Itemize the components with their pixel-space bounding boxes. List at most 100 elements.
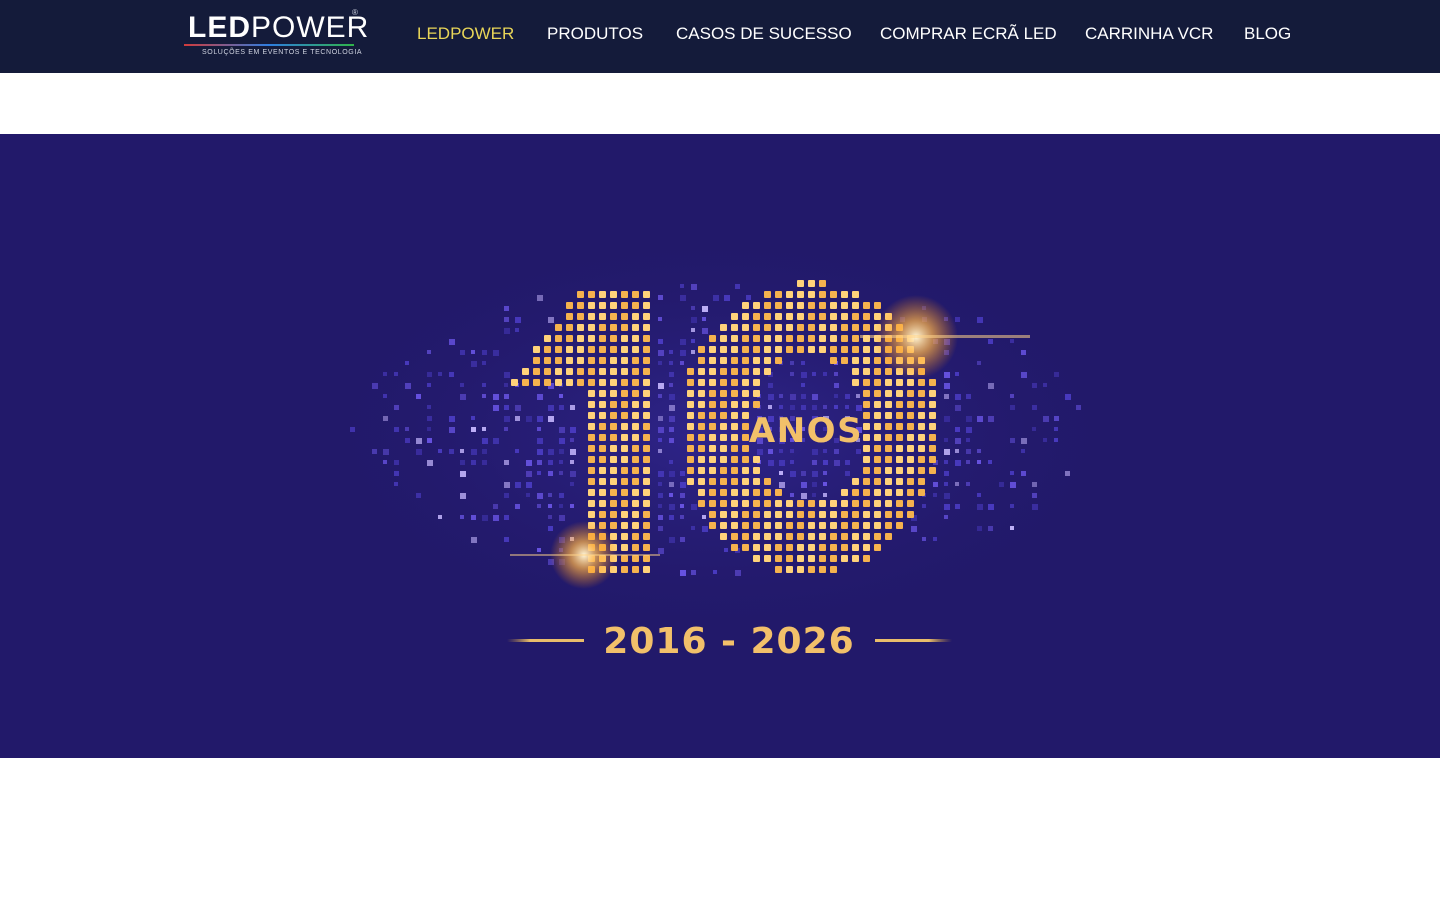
blue-dot (460, 493, 466, 499)
blue-dot (988, 339, 993, 344)
blue-dot (680, 350, 686, 356)
blue-dot (460, 394, 466, 400)
blue-dot (669, 405, 675, 411)
led-dot (555, 324, 562, 331)
led-dot (863, 324, 870, 331)
led-dot (874, 467, 881, 474)
hero-banner: ANOS 2016 - 2026 (0, 134, 1440, 758)
led-dot (720, 401, 727, 408)
led-dot (632, 423, 639, 430)
nav-item-ledpower[interactable]: LEDPOWER (417, 24, 514, 44)
nav-item-comprar-ecra-led[interactable]: COMPRAR ECRÃ LED (880, 24, 1057, 44)
led-dot (742, 357, 749, 364)
led-dot (852, 478, 859, 485)
anniversary-graphic: ANOS 2016 - 2026 (300, 224, 1140, 662)
led-dot (764, 555, 771, 562)
led-dot (599, 445, 606, 452)
blue-dot (680, 295, 686, 301)
blue-dot (570, 482, 574, 486)
led-dot (621, 445, 628, 452)
blue-dot (845, 405, 849, 409)
led-dot (742, 335, 749, 342)
blue-dot (471, 515, 476, 520)
led-dot (929, 467, 936, 474)
led-dot (764, 489, 771, 496)
blue-dot (559, 515, 565, 521)
led-dot (643, 566, 650, 573)
led-dot (588, 500, 595, 507)
led-dot (830, 511, 837, 518)
blue-dot (724, 295, 730, 301)
blue-dot (394, 405, 399, 410)
blue-dot (372, 449, 377, 454)
led-dot (621, 456, 628, 463)
blue-dot (955, 427, 960, 432)
led-dot (808, 555, 815, 562)
led-dot (808, 302, 815, 309)
led-dot (896, 401, 903, 408)
blue-dot (669, 460, 673, 464)
site-logo[interactable]: LEDPOWER ® SOLUÇÕES EM EVENTOS E TECNOLO… (180, 8, 368, 60)
led-dot (632, 379, 639, 386)
led-dot (885, 390, 892, 397)
blue-dot (383, 460, 387, 464)
led-dot (775, 566, 782, 573)
blue-dot (669, 427, 674, 432)
blue-dot (1010, 504, 1014, 508)
blue-dot (966, 482, 970, 486)
blue-dot (449, 416, 455, 422)
led-dot (643, 313, 650, 320)
led-dot (599, 500, 606, 507)
blue-dot (812, 471, 818, 477)
led-dot (852, 313, 859, 320)
blue-dot (658, 526, 663, 531)
led-dot (775, 489, 782, 496)
led-dot (753, 368, 760, 375)
led-dot (753, 346, 760, 353)
blue-dot (834, 460, 840, 466)
blue-dot (944, 460, 948, 464)
led-dot (907, 489, 914, 496)
led-dot (687, 379, 694, 386)
led-dot (797, 313, 804, 320)
led-dot (632, 522, 639, 529)
led-dot (555, 357, 562, 364)
blue-dot (460, 471, 466, 477)
blue-dot (801, 471, 806, 476)
blue-dot (471, 416, 475, 420)
nav-item-produtos[interactable]: PRODUTOS (547, 24, 643, 44)
led-dot (709, 511, 716, 518)
blue-dot (515, 405, 521, 411)
led-dot (863, 302, 870, 309)
led-dot (786, 544, 793, 551)
led-dot (742, 379, 749, 386)
led-dot (643, 511, 650, 518)
led-dot (775, 555, 782, 562)
led-dot (874, 368, 881, 375)
blue-dot (559, 504, 563, 508)
led-dot (841, 555, 848, 562)
led-dot (599, 511, 606, 518)
blue-dot (504, 537, 509, 542)
led-dot (544, 346, 551, 353)
led-dot (588, 302, 595, 309)
led-dot (599, 467, 606, 474)
blue-dot (658, 471, 664, 477)
nav-item-blog[interactable]: BLOG (1244, 24, 1291, 44)
blue-dot (482, 361, 486, 365)
blue-dot (427, 350, 431, 354)
led-dot (731, 346, 738, 353)
blue-dot (405, 361, 409, 365)
blue-dot (1010, 438, 1015, 443)
nav-item-casos-de-sucesso[interactable]: CASOS DE SUCESSO (676, 24, 852, 44)
blue-dot (504, 515, 509, 520)
led-dot (797, 280, 804, 287)
blue-dot (526, 482, 532, 488)
blue-dot (658, 416, 663, 421)
blue-dot (823, 460, 828, 465)
led-dot (896, 445, 903, 452)
nav-item-carrinha-vcr[interactable]: CARRINHA VCR (1085, 24, 1213, 44)
led-dot (852, 511, 859, 518)
led-dot (709, 500, 716, 507)
blue-dot (768, 460, 774, 466)
